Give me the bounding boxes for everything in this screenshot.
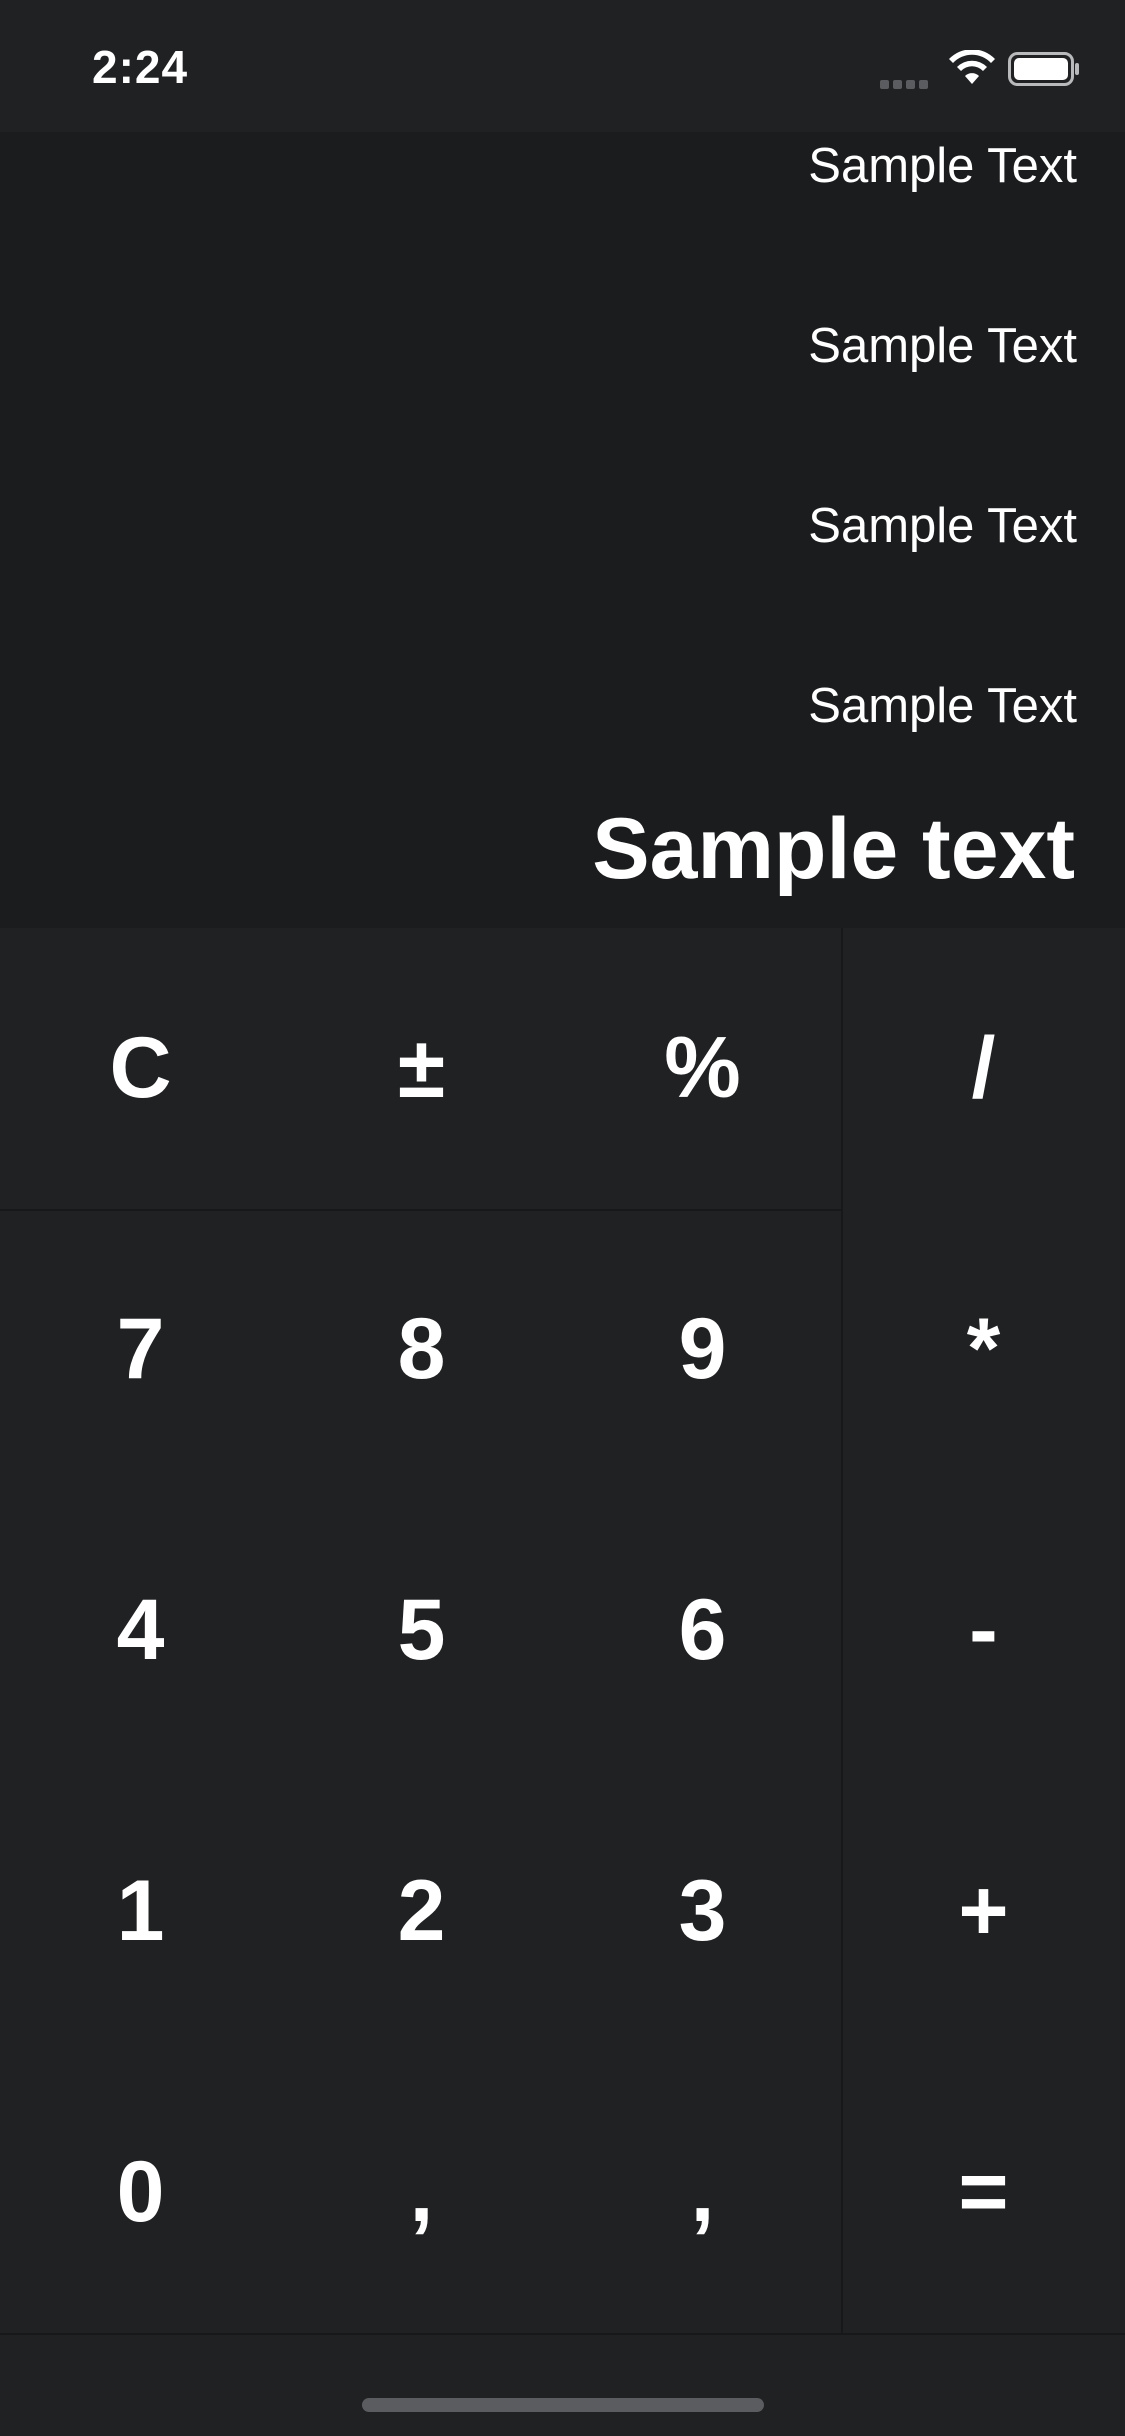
history-line: Sample Text [808,139,1077,193]
equals-button[interactable]: = [843,2052,1124,2333]
history-line: Sample Text [808,499,1077,553]
digit-5-button[interactable]: 5 [281,1490,562,1771]
history-line: Sample Text [808,319,1077,373]
digit-6-button[interactable]: 6 [562,1490,843,1771]
multiply-button[interactable]: * [843,1209,1124,1490]
digit-2-button[interactable]: 2 [281,1771,562,2052]
digit-7-button[interactable]: 7 [0,1209,281,1490]
digit-3-button[interactable]: 3 [562,1771,843,2052]
history-line: Sample Text [808,679,1077,733]
status-bar: 2:24 [0,0,1125,132]
clear-button[interactable]: C [0,928,281,1209]
divide-button[interactable]: / [843,928,1124,1209]
add-button[interactable]: + [843,1771,1124,2052]
digit-0-button[interactable]: 0 [0,2052,281,2333]
calculator-display: Sample Text Sample Text Sample Text Samp… [0,132,1125,928]
digit-8-button[interactable]: 8 [281,1209,562,1490]
plus-minus-button[interactable]: ± [281,928,562,1209]
battery-icon [1008,52,1079,86]
home-area [0,2335,1125,2436]
home-indicator[interactable] [362,2398,764,2412]
result-display: Sample text [592,801,1075,897]
signal-dots-icon [880,76,934,89]
status-time: 2:24 [92,41,189,93]
operator-column-divider [841,928,843,2333]
digit-4-button[interactable]: 4 [0,1490,281,1771]
function-row-divider [0,1209,841,1211]
digit-1-button[interactable]: 1 [0,1771,281,2052]
digit-9-button[interactable]: 9 [562,1209,843,1490]
subtract-button[interactable]: - [843,1490,1124,1771]
keypad: C ± % / 7 8 9 * 4 5 6 - 1 2 3 + 0 , , = [0,928,1125,2333]
comma-button[interactable]: , [281,2052,562,2333]
wifi-icon [949,50,995,84]
comma-button[interactable]: , [562,2052,843,2333]
percent-button[interactable]: % [562,928,843,1209]
